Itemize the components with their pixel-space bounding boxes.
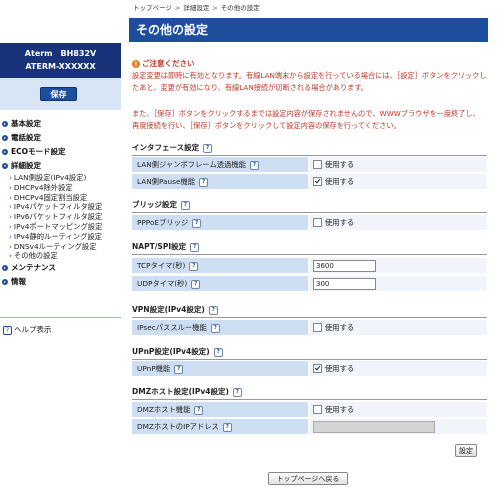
device-model: Aterm BH832V (24, 49, 97, 58)
warning-icon: ! (132, 60, 140, 68)
help-icon[interactable]: ? (213, 347, 223, 357)
arrow-icon (2, 149, 8, 155)
udp-timer-input[interactable]: 300 (313, 278, 376, 290)
row-dmz: DMZホスト機能? 使用する (132, 402, 487, 417)
help-icon[interactable]: ? (199, 177, 209, 187)
jumbo-frame-checkbox[interactable] (313, 159, 322, 169)
device-brand: Aterm BH832V ATERM-XXXXXX (0, 43, 121, 78)
sidebar-item-basic[interactable]: 基本設定 (0, 117, 121, 131)
sidebar: Aterm BH832V ATERM-XXXXXX 保存 基本設定 電話設定 E… (0, 0, 121, 493)
dmz-checkbox[interactable] (313, 404, 322, 414)
upnp-checkbox[interactable] (313, 363, 322, 373)
sidebar-sub-static-routing[interactable]: IPv4静的ルーティング設定 (0, 232, 121, 242)
sidebar-nav: 基本設定 電話設定 ECOモード設定 詳細設定 LAN側設定(IPv4設定) D… (0, 117, 121, 289)
arrow-down-icon (2, 163, 8, 169)
arrow-icon (2, 121, 8, 127)
help-icon[interactable]: ? (194, 405, 204, 415)
sidebar-item-maintenance[interactable]: メンテナンス (0, 261, 121, 275)
help-icon[interactable]: ? (174, 364, 184, 374)
notice-text-2: また、［保存］ボタンをクリックするまでは設定内容が保存されませんので、WWWブラ… (132, 109, 480, 130)
sidebar-sub-dhcp-exclude[interactable]: DHCPv4除外設定 (0, 183, 121, 193)
pause-checkbox[interactable] (313, 176, 322, 186)
help-icon[interactable]: ? (232, 387, 242, 397)
breadcrumb-current: その他の設定 (220, 4, 260, 12)
arrow-icon (2, 135, 8, 141)
section-dmz-title: DMZホスト設定(IPv4設定)? (132, 386, 487, 400)
sidebar-item-phone[interactable]: 電話設定 (0, 131, 121, 145)
sidebar-item-advanced[interactable]: 詳細設定 (0, 159, 121, 173)
ipsec-checkbox[interactable] (313, 322, 322, 332)
help-toggle[interactable]: ? ヘルプ表示 (3, 324, 52, 335)
sidebar-sub-lan-ipv4[interactable]: LAN側設定(IPv4設定) (0, 173, 121, 183)
pppoe-bridge-checkbox[interactable] (313, 217, 322, 227)
sidebar-sub-ipv6-filter[interactable]: IPv6パケットフィルタ設定 (0, 212, 121, 222)
dmz-ip-input[interactable] (313, 421, 435, 433)
row-jumbo-frame: LAN側ジャンボフレーム透過機能? 使用する (132, 157, 487, 172)
main-content: トップページ > 詳細設定 > その他の設定 その他の設定 ! ご注意ください 設定変更は… (129, 0, 488, 493)
device-name: ATERM-XXXXXX (25, 62, 96, 71)
sidebar-item-info[interactable]: 情報 (0, 275, 121, 289)
notice-text-1: 設定変更は即時に有効となります。有線LAN端末から設定を行っている場合には、［設… (132, 71, 487, 92)
page-title: その他の設定 (129, 18, 488, 42)
sidebar-sub-other[interactable]: その他の設定 (0, 251, 121, 261)
row-dmz-ip: DMZホストのIPアドレス? (132, 419, 487, 434)
save-area: 保存 (0, 78, 121, 110)
row-ipsec: IPsecパススルー機能? 使用する (132, 320, 487, 335)
help-icon[interactable]: ? (192, 218, 202, 228)
row-pppoe-bridge: PPPoEブリッジ? 使用する (132, 215, 487, 230)
help-icon: ? (3, 325, 12, 335)
help-icon[interactable]: ? (191, 279, 201, 289)
sidebar-sub-ipv4-filter[interactable]: IPv4パケットフィルタ設定 (0, 202, 121, 212)
sidebar-sub-dns-routing[interactable]: DNSv4ルーティング設定 (0, 242, 121, 252)
arrow-icon (2, 279, 8, 286)
set-button[interactable]: 設定 (455, 444, 477, 457)
breadcrumb-top[interactable]: トップページ (133, 4, 172, 12)
help-icon[interactable]: ? (249, 160, 259, 170)
help-icon[interactable]: ? (208, 305, 218, 315)
breadcrumb-advanced[interactable]: 詳細設定 (183, 4, 209, 12)
save-button[interactable]: 保存 (40, 87, 77, 101)
help-icon[interactable]: ? (181, 200, 190, 210)
breadcrumb: トップページ > 詳細設定 > その他の設定 (133, 4, 260, 12)
row-upnp: UPnP機能? 使用する (132, 361, 487, 376)
help-icon[interactable]: ? (203, 143, 213, 153)
section-vpn-title: VPN設定(IPv4設定)? (132, 304, 487, 318)
arrow-icon (2, 265, 8, 272)
sidebar-item-eco[interactable]: ECOモード設定 (0, 145, 121, 159)
section-interface-title: インタフェース設定? (132, 142, 487, 156)
sidebar-sub-port-mapping[interactable]: IPv4ポートマッピング設定 (0, 222, 121, 232)
back-to-top-button[interactable]: トップページへ戻る (268, 472, 348, 485)
row-udp-timer: UDPタイマ(秒)? 300 (132, 276, 487, 291)
help-icon[interactable]: ? (190, 242, 200, 252)
section-bridge-title: ブリッジ設定? (132, 199, 487, 213)
sidebar-sub-dhcp-fixed[interactable]: DHCPv4固定割当設定 (0, 193, 121, 203)
help-icon[interactable]: ? (210, 323, 220, 333)
row-tcp-timer: TCPタイマ(秒)? 3600 (132, 258, 487, 273)
help-icon[interactable]: ? (189, 261, 199, 271)
row-pause: LAN側Pause機能? 使用する (132, 174, 487, 189)
sidebar-divider (0, 317, 121, 318)
tcp-timer-input[interactable]: 3600 (313, 260, 376, 272)
section-napt-title: NAPT/SPI設定? (132, 241, 487, 255)
help-icon[interactable]: ? (222, 422, 232, 432)
notice-heading: ! ご注意ください (132, 58, 195, 69)
section-upnp-title: UPnP設定(IPv4設定)? (132, 346, 487, 360)
